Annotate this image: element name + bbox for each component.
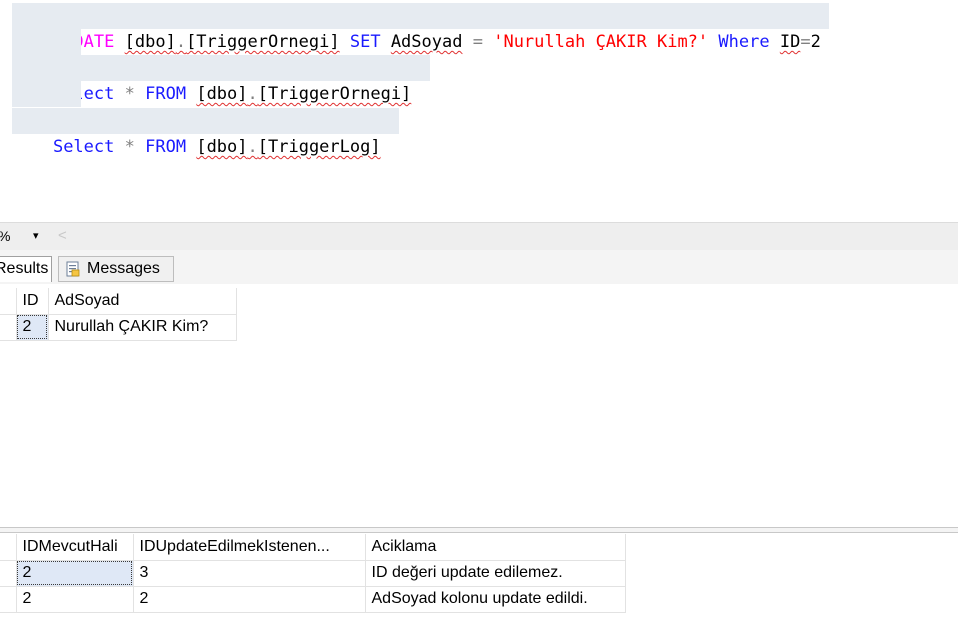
star-operator: * [124, 84, 135, 104]
keyword-select: Select [52, 137, 115, 157]
scroll-left-icon[interactable]: < [58, 227, 67, 244]
row-header-corner[interactable] [0, 288, 17, 315]
column-header-id[interactable]: ID [16, 288, 49, 315]
schema-name: [dbo] [124, 32, 176, 52]
tab-messages[interactable]: Messages [58, 256, 174, 282]
star-operator: * [124, 137, 135, 157]
schema-name: [dbo] [196, 84, 248, 104]
row-header-corner[interactable] [0, 534, 17, 561]
row-header[interactable] [0, 560, 17, 587]
code-line-1[interactable]: UPDATE [dbo].[TriggerOrnegi] SET AdSoyad… [12, 3, 829, 52]
dot-separator: . [247, 84, 258, 104]
keyword-from: FROM [145, 137, 187, 157]
table-row[interactable]: 2 Nurullah ÇAKIR Kim? [0, 314, 237, 341]
code-line-2[interactable]: GO [12, 29, 82, 78]
table-name: [TriggerOrnegi] [186, 32, 340, 52]
keyword-set: SET [349, 32, 381, 52]
grid-cell[interactable]: 2 [133, 586, 366, 613]
table-name: [TriggerOrnegi] [257, 84, 412, 104]
dot-separator: . [247, 137, 258, 157]
grid-header-row: IDMevcutHali IDUpdateEdilmekIstenen... A… [0, 534, 626, 561]
sql-editor[interactable]: UPDATE [dbo].[TriggerOrnegi] SET AdSoyad… [0, 0, 958, 222]
grid-cell[interactable]: ID değeri update edilemez. [365, 560, 626, 587]
results-tabstrip: Results Messages [0, 250, 958, 284]
results-grid-2: IDMevcutHali IDUpdateEdilmekIstenen... A… [0, 534, 626, 613]
column-name: AdSoyad [390, 32, 463, 52]
messages-icon [66, 261, 80, 277]
id-column: ID [779, 32, 801, 52]
tab-results-label: Results [0, 260, 49, 277]
grid-cell[interactable]: Nurullah ÇAKIR Kim? [48, 314, 237, 341]
string-literal: 'Nurullah ÇAKIR Kim?' [493, 32, 709, 52]
table-row[interactable]: 2 3 ID değeri update edilemez. [0, 560, 626, 587]
row-header[interactable] [0, 586, 17, 613]
grid-splitter[interactable] [0, 527, 958, 533]
results-grid-1: ID AdSoyad 2 Nurullah ÇAKIR Kim? [0, 288, 237, 341]
column-header-idmevcuthali[interactable]: IDMevcutHali [16, 534, 134, 561]
tab-messages-label: Messages [87, 260, 160, 277]
column-header-adsoyad[interactable]: AdSoyad [48, 288, 237, 315]
keyword-where: Where [718, 32, 770, 52]
code-line-3[interactable]: Select * FROM [dbo].[TriggerOrnegi] [12, 55, 430, 104]
code-line-5[interactable]: Select * FROM [dbo].[TriggerLog] [12, 108, 399, 157]
zoom-level[interactable]: % [0, 228, 10, 244]
table-name: [TriggerLog] [257, 137, 381, 157]
tab-results[interactable]: Results [0, 256, 52, 282]
row-header[interactable] [0, 314, 17, 341]
grid-cell[interactable]: 2 [16, 586, 134, 613]
dot-separator: . [175, 32, 187, 52]
grid-cell[interactable]: 3 [133, 560, 366, 587]
grid-header-row: ID AdSoyad [0, 288, 237, 315]
id-equals-operator: = [800, 32, 811, 52]
grid-cell[interactable]: 2 [16, 314, 49, 341]
code-line-4[interactable]: GO [12, 81, 82, 130]
grid-cell[interactable]: AdSoyad kolonu update edildi. [365, 586, 626, 613]
column-header-idupdateedilmekistenen[interactable]: IDUpdateEdilmekIstenen... [133, 534, 366, 561]
results-pane: ID AdSoyad 2 Nurullah ÇAKIR Kim? IDMevcu… [0, 284, 958, 644]
grid-cell[interactable]: 2 [16, 560, 134, 587]
schema-name: [dbo] [196, 137, 248, 157]
chevron-down-icon[interactable]: ▾ [33, 229, 39, 242]
column-header-aciklama[interactable]: Aciklama [365, 534, 626, 561]
equals-operator: = [472, 32, 483, 52]
zoom-bar: % ▾ < [0, 222, 958, 251]
keyword-from: FROM [145, 84, 187, 104]
id-value: 2 [810, 32, 821, 52]
table-row[interactable]: 2 2 AdSoyad kolonu update edildi. [0, 586, 626, 613]
